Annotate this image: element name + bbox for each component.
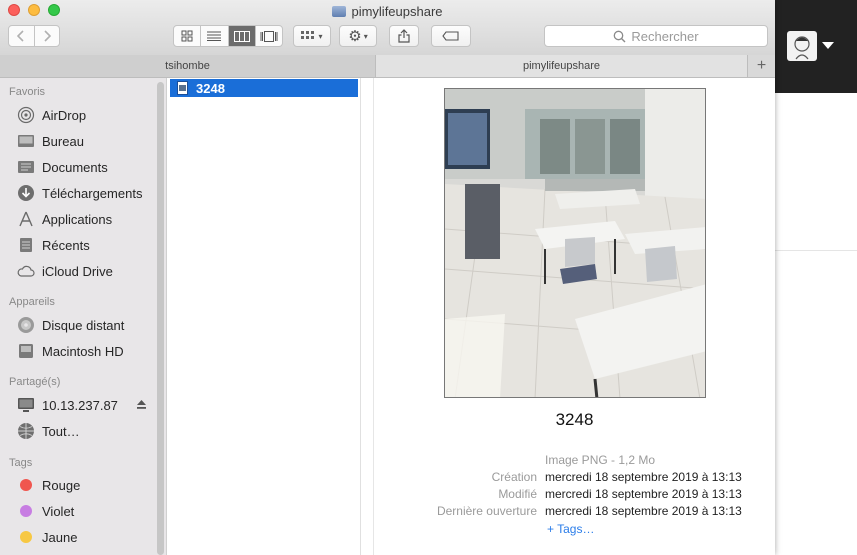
chevron-down-icon[interactable] — [822, 42, 834, 49]
add-tags-link[interactable]: + Tags… — [547, 522, 594, 536]
created-label: Création — [491, 470, 537, 484]
eject-icon[interactable] — [136, 398, 147, 413]
tab-bar: tsihombe pimylifeupshare + — [0, 55, 775, 78]
forward-button[interactable] — [35, 26, 60, 46]
airdrop-icon — [16, 106, 36, 124]
monitor-icon — [16, 396, 36, 414]
file-kind-size: Image PNG - 1,2 Mo — [545, 453, 656, 467]
file-row-selected[interactable]: 3248 — [170, 79, 358, 97]
sidebar-item-tag-jaune[interactable]: Jaune — [16, 526, 77, 548]
tag-color-dot — [20, 505, 32, 517]
sidebar-item-applications[interactable]: Applications — [16, 208, 112, 230]
share-button[interactable] — [389, 25, 419, 47]
documents-icon — [16, 158, 36, 176]
sidebar-item-label: Disque distant — [42, 317, 125, 333]
harddrive-icon — [16, 342, 36, 360]
new-tab-button[interactable]: + — [748, 55, 775, 77]
applications-icon — [16, 210, 36, 228]
sidebar-scrollbar[interactable] — [157, 82, 164, 555]
sidebar-item-bureau[interactable]: Bureau — [16, 130, 84, 152]
sidebar-item-label: Rouge — [42, 477, 81, 493]
window-title: pimylifeupshare — [0, 4, 775, 19]
search-placeholder: Rechercher — [631, 28, 699, 44]
sidebar-item-disque-distant[interactable]: Disque distant — [16, 314, 124, 336]
sidebar-item-airdrop[interactable]: AirDrop — [16, 104, 86, 126]
sidebar-item-label: Applications — [42, 211, 113, 227]
disc-icon — [16, 316, 36, 334]
sidebar-item-recents[interactable]: Récents — [16, 234, 90, 256]
column-divider[interactable] — [373, 78, 374, 555]
sidebar-item-icloud[interactable]: iCloud Drive — [16, 260, 113, 282]
tag-button[interactable] — [431, 25, 471, 47]
sidebar-item-documents[interactable]: Documents — [16, 156, 108, 178]
tab-pimylifeupshare[interactable]: pimylifeupshare — [376, 55, 747, 77]
image-file-icon — [177, 81, 188, 95]
navigation-buttons — [8, 25, 60, 47]
search-icon — [614, 30, 626, 42]
desktop-icon — [16, 132, 36, 150]
sidebar-item-tout[interactable]: Tout… — [16, 420, 80, 442]
sidebar-item-telechargements[interactable]: Téléchargements — [16, 182, 142, 204]
chevron-down-icon: ▾ — [318, 31, 323, 41]
sidebar-item-label: Macintosh HD — [42, 343, 124, 359]
sidebar-item-label: Violet — [42, 503, 75, 519]
network-drive-icon — [332, 6, 347, 17]
sidebar-item-tag-rouge[interactable]: Rouge — [16, 474, 80, 496]
list-view-button[interactable] — [201, 26, 229, 46]
tag-color-dot — [20, 479, 32, 491]
group-by-button[interactable]: ▾ — [293, 25, 331, 47]
section-favoris: Favoris — [9, 86, 46, 98]
gear-icon: ⚙ — [348, 28, 362, 45]
sidebar-item-label: AirDrop — [42, 107, 87, 123]
image-preview — [444, 88, 706, 398]
modified-value: mercredi 18 septembre 2019 à 13:13 — [545, 487, 742, 501]
sidebar-item-tag-violet[interactable]: Violet — [16, 500, 74, 522]
sidebar-item-label: Tout… — [42, 423, 80, 439]
last-opened-value: mercredi 18 septembre 2019 à 13:13 — [545, 504, 742, 518]
section-appareils: Appareils — [9, 296, 55, 308]
sidebar-item-macintosh-hd[interactable]: Macintosh HD — [16, 340, 124, 362]
modified-label: Modifié — [498, 487, 537, 501]
downloads-icon — [16, 184, 36, 202]
preview-file-name: 3248 — [555, 410, 594, 429]
section-tags: Tags — [9, 457, 33, 469]
back-button[interactable] — [9, 26, 35, 46]
sidebar-item-label: Bureau — [42, 133, 84, 149]
divider — [775, 250, 857, 251]
sidebar-item-label: 10.13.237.87 — [42, 397, 118, 413]
sidebar-item-label: iCloud Drive — [42, 263, 113, 279]
search-field[interactable]: Rechercher — [544, 25, 768, 47]
column-view-button[interactable] — [228, 26, 256, 46]
gallery-view-button[interactable] — [256, 26, 282, 46]
avatar[interactable] — [787, 31, 817, 61]
recents-icon — [16, 236, 36, 254]
file-column — [168, 78, 361, 555]
title-bar: pimylifeupshare ▾ ⚙ ▾ Rechercher — [0, 0, 775, 56]
sidebar-item-label: Téléchargements — [42, 185, 143, 201]
sidebar-item-10-13-237-87[interactable]: 10.13.237.87 — [16, 394, 152, 416]
sidebar-item-label: Récents — [42, 237, 90, 253]
chevron-down-icon: ▾ — [363, 31, 368, 41]
created-value: mercredi 18 septembre 2019 à 13:13 — [545, 470, 742, 484]
icon-view-button[interactable] — [174, 26, 202, 46]
file-row-label: 3248 — [196, 80, 225, 96]
tag-icon — [442, 31, 459, 41]
tag-color-dot — [20, 531, 32, 543]
sidebar-item-label: Documents — [42, 159, 108, 175]
last-opened-label: Dernière ouverture — [436, 504, 537, 518]
action-menu-button[interactable]: ⚙ ▾ — [339, 25, 377, 47]
view-mode-control — [173, 25, 283, 47]
cloud-icon — [16, 262, 36, 280]
tab-tsihombe[interactable]: tsihombe — [0, 55, 375, 77]
share-icon — [398, 29, 410, 43]
section-partage: Partagé(s) — [9, 376, 61, 388]
network-icon — [16, 422, 36, 440]
finder-window: pimylifeupshare ▾ ⚙ ▾ Rechercher tsihomb… — [0, 0, 775, 555]
sidebar-item-label: Jaune — [42, 529, 78, 545]
